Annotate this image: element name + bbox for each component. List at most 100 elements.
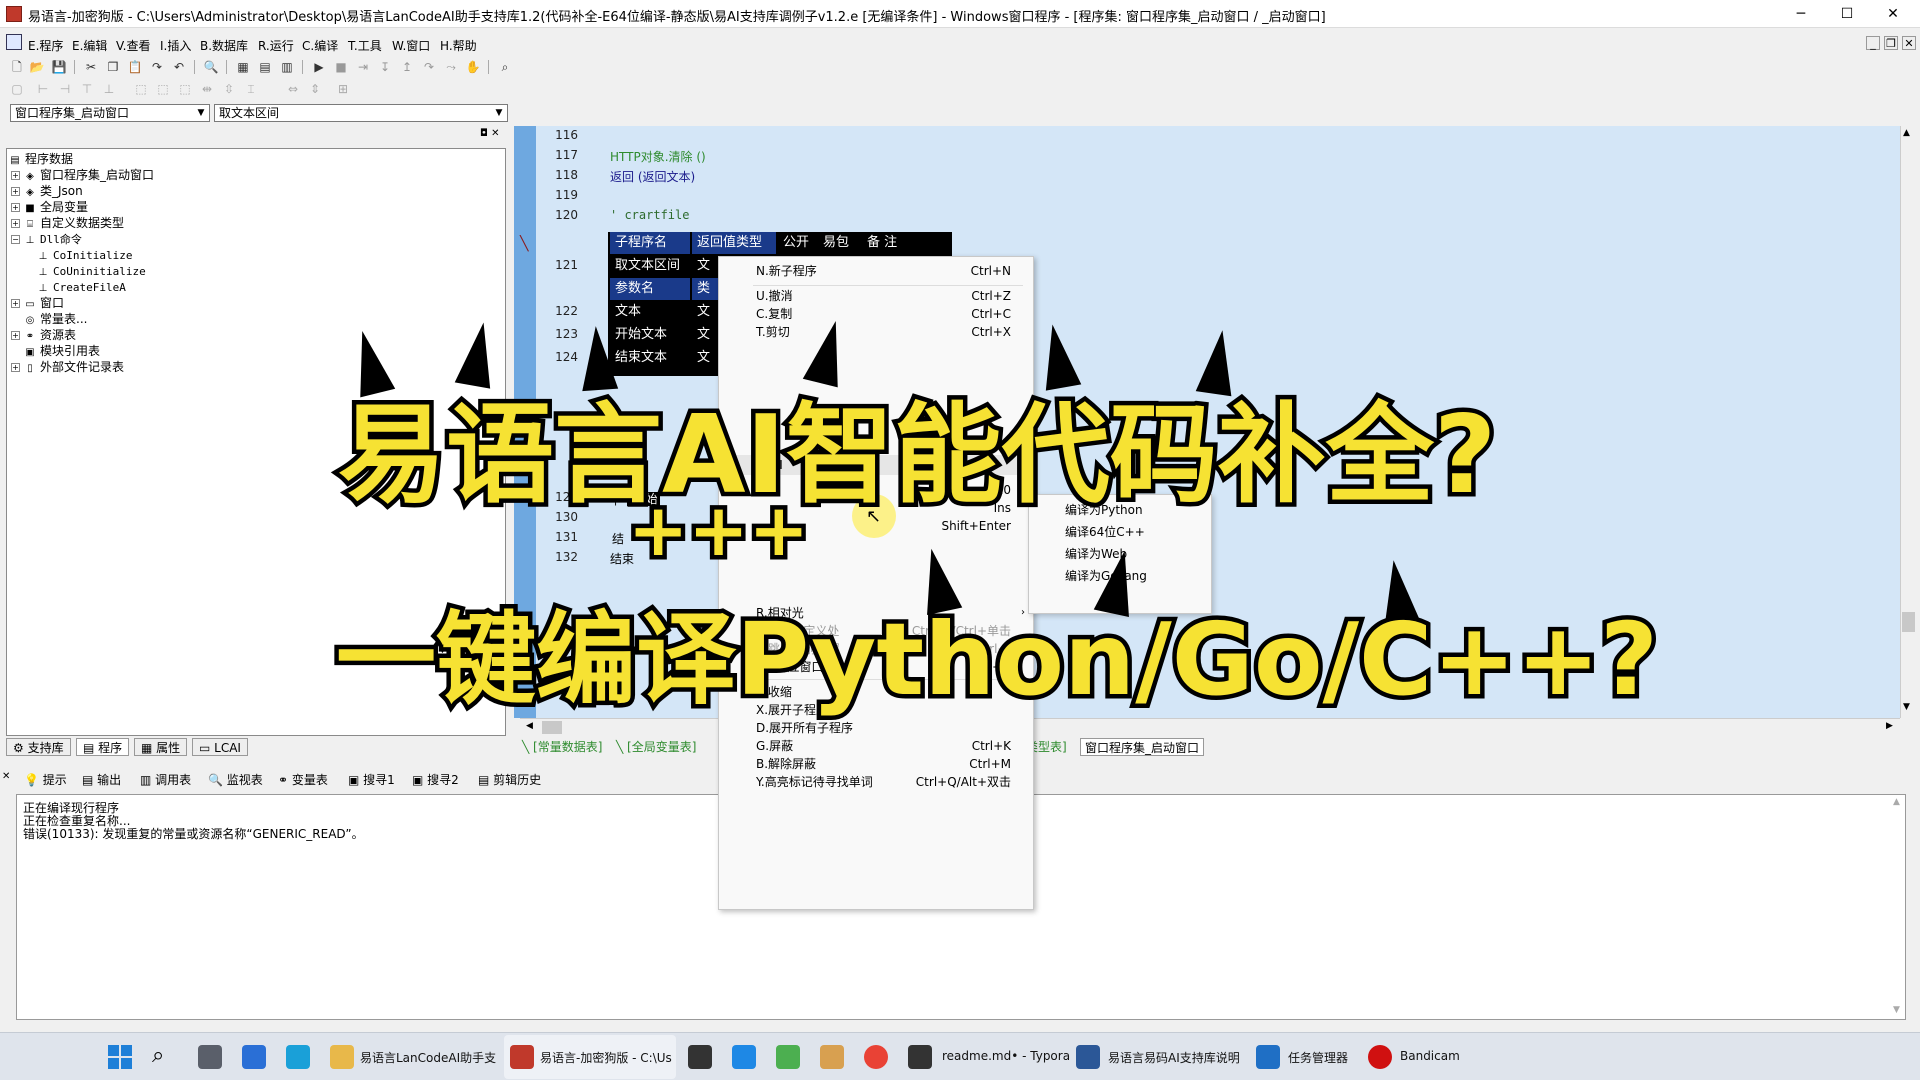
menu-database[interactable]: B.数据库	[200, 37, 248, 54]
menu-window[interactable]: W.窗口	[392, 37, 430, 54]
terminal-icon[interactable]	[688, 1045, 712, 1069]
breakpoint-icon[interactable]: ╲	[520, 236, 528, 252]
open-file-icon[interactable]: 📂	[28, 58, 46, 76]
tab-clipboard-history[interactable]: ▤ 剪辑历史	[478, 771, 541, 788]
vscode-icon[interactable]	[732, 1045, 756, 1069]
tree-item[interactable]: ▣ 模块引用表	[24, 343, 100, 359]
tree-item[interactable]: + ⚭ 资源表	[11, 327, 76, 343]
stop-icon[interactable]: ■	[332, 58, 350, 76]
menu-compile[interactable]: C.编译	[302, 37, 338, 54]
align-left-icon[interactable]: ⊢	[34, 80, 52, 98]
tab-callstack[interactable]: ▥ 调用表	[140, 771, 191, 788]
tab-support-lib[interactable]: ⚙ 支持库	[6, 738, 71, 756]
align-top-icon[interactable]: ⊤	[78, 80, 96, 98]
tab-watch[interactable]: 🔍 监视表	[208, 771, 263, 788]
undo-icon[interactable]: ↶	[170, 58, 188, 76]
table-cell[interactable]: 取文本区间	[610, 255, 690, 277]
tree-root[interactable]: ▤ 程序数据	[9, 151, 73, 167]
tab-search1[interactable]: ▣ 搜寻1	[348, 771, 395, 788]
menu-view[interactable]: V.查看	[116, 37, 150, 54]
panel-pin-icon[interactable]: ◘ ✕	[480, 128, 499, 139]
table-cell[interactable]: 文	[692, 255, 718, 277]
menu-item-mask[interactable]: G.屏蔽 Ctrl+K	[719, 736, 1035, 756]
menu-program[interactable]: E.程序	[28, 37, 63, 54]
arrow-app-icon[interactable]	[776, 1045, 800, 1069]
table-cell[interactable]: 开始文本	[610, 324, 690, 346]
step-out-icon[interactable]: ↥	[398, 58, 416, 76]
tab-lcai[interactable]: ▭ LCAI	[192, 738, 248, 756]
tab-globals[interactable]: ╲ [全局变量表]	[612, 738, 700, 756]
hand-icon[interactable]: ✋	[464, 58, 482, 76]
taskbar-item-label[interactable]: 任务管理器	[1288, 1049, 1348, 1066]
e-language-icon[interactable]	[510, 1045, 534, 1069]
tree-item[interactable]: − ⊥ Dll命令	[11, 231, 82, 247]
distribute-icon[interactable]: ⌶	[242, 80, 260, 98]
close-button[interactable]: ✕	[1870, 0, 1916, 28]
task-view-icon[interactable]	[198, 1045, 222, 1069]
maximize-button[interactable]: ☐	[1824, 0, 1870, 28]
run-icon[interactable]: ▶	[310, 58, 328, 76]
minimize-button[interactable]: ─	[1778, 0, 1824, 28]
menu-item-highlight[interactable]: Y.高亮标记待寻找单词 Ctrl+Q/Alt+双击	[719, 772, 1035, 792]
taskbar-item-label[interactable]: readme.md• - Typora	[942, 1049, 1070, 1063]
step-icon[interactable]: ⇥	[354, 58, 372, 76]
new-file-icon[interactable]: 🗋	[8, 58, 26, 76]
tree-item[interactable]: ⊥ CoInitialize	[37, 247, 133, 263]
close-panel-icon[interactable]: ✕	[2, 771, 10, 782]
table-cell[interactable]: 结束文本	[610, 347, 690, 369]
find-icon[interactable]: 🔍	[202, 58, 220, 76]
mdi-restore-button[interactable]: ❐	[1884, 36, 1898, 50]
align-center-icon[interactable]: ⊣	[56, 80, 74, 98]
typora-icon[interactable]	[908, 1045, 932, 1069]
menu-help[interactable]: H.帮助	[440, 37, 477, 54]
save-icon[interactable]: 💾	[50, 58, 68, 76]
step-into-icon[interactable]: ↧	[376, 58, 394, 76]
space-h-icon[interactable]: ⇹	[198, 80, 216, 98]
tree-item[interactable]: + ◈ 类_Json	[11, 183, 83, 199]
notes-icon[interactable]	[820, 1045, 844, 1069]
layout3-icon[interactable]: ▥	[278, 58, 296, 76]
align-icon[interactable]: ▢	[8, 80, 26, 98]
tree-item[interactable]: + ■ 全局变量	[11, 199, 88, 215]
document-icon[interactable]	[1076, 1045, 1100, 1069]
tree-item[interactable]: ◎ 常量表...	[24, 311, 88, 327]
tab-constants[interactable]: ╲ [常量数据表]	[518, 738, 606, 756]
tab-output[interactable]: ▤ 输出	[82, 771, 121, 788]
align-bottom-icon[interactable]: ⊥	[100, 80, 118, 98]
center-h-icon[interactable]: ⇔	[284, 80, 302, 98]
menu-item-unmask[interactable]: B.解除屏蔽 Ctrl+M	[719, 754, 1035, 774]
class-selector[interactable]: 窗口程序集_启动窗口 ▼	[10, 104, 210, 122]
space-v-icon[interactable]: ⇳	[220, 80, 238, 98]
chrome-icon[interactable]	[864, 1045, 888, 1069]
redo-icon[interactable]: ↷	[148, 58, 166, 76]
center-v-icon[interactable]: ⇕	[306, 80, 324, 98]
table-cell[interactable]: 文本	[610, 301, 690, 323]
copy-icon[interactable]: ❐	[104, 58, 122, 76]
scroll-up-icon[interactable]: ▲	[1893, 797, 1900, 807]
tab-program[interactable]: ▤ 程序	[76, 738, 130, 756]
store-icon[interactable]	[242, 1045, 266, 1069]
tree-item[interactable]: ⊥ CoUninitialize	[37, 263, 146, 279]
menu-run[interactable]: R.运行	[258, 37, 294, 54]
code-comment[interactable]: ' crartfile	[610, 208, 689, 222]
taskbar-item-label[interactable]: Bandicam	[1400, 1049, 1460, 1063]
mdi-close-button[interactable]: ✕	[1902, 36, 1916, 50]
taskbar-item-label[interactable]: 易语言易码AI支持库说明	[1108, 1049, 1240, 1066]
mdi-minimize-button[interactable]: _	[1866, 36, 1880, 50]
tab-variables[interactable]: ⚭ 变量表	[278, 771, 328, 788]
code-line[interactable]: 返回 (返回文本)	[610, 168, 695, 185]
tab-search2[interactable]: ▣ 搜寻2	[412, 771, 459, 788]
tree-item[interactable]: + ▭ 窗口	[11, 295, 64, 311]
layout-icon[interactable]: ▦	[234, 58, 252, 76]
menu-item-undo[interactable]: U.撤消 Ctrl+Z	[719, 286, 1035, 306]
tree-item[interactable]: + ⌸ 自定义数据类型	[11, 215, 124, 231]
app-icon[interactable]	[286, 1045, 310, 1069]
table-cell[interactable]: 文	[692, 324, 718, 346]
tab-properties[interactable]: ▦ 属性	[134, 738, 188, 756]
step-over-icon[interactable]: ↷	[420, 58, 438, 76]
menu-tools[interactable]: T.工具	[348, 37, 382, 54]
code-line[interactable]: HTTP对象.清除 ()	[610, 148, 706, 165]
cut-icon[interactable]: ✂	[82, 58, 100, 76]
folder-icon[interactable]	[330, 1045, 354, 1069]
tree-item[interactable]: ⊥ CreateFileA	[37, 279, 126, 295]
